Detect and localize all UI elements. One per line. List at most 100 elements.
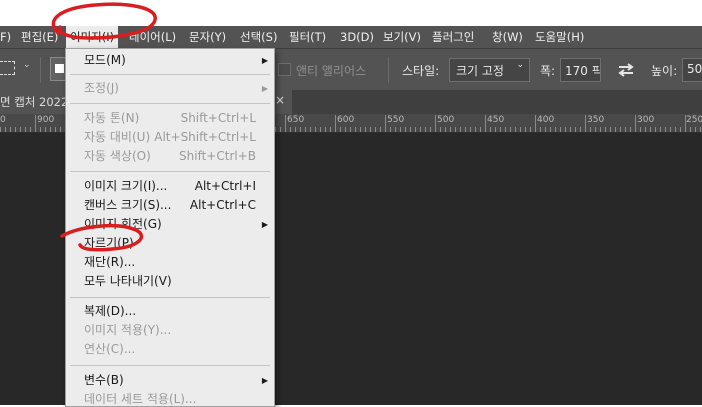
ruler-tick [560, 127, 561, 132]
ruler-tick [440, 127, 441, 132]
ruler-tick [295, 127, 296, 132]
ruler-tick [320, 127, 321, 132]
menu-file[interactable]: F) [0, 26, 11, 48]
ruler-tick [660, 127, 661, 132]
ruler-tick [300, 127, 301, 132]
ruler-tick [45, 127, 46, 132]
close-icon[interactable]: × [275, 93, 285, 107]
ruler-tick [575, 127, 576, 132]
menu-select[interactable]: 선택(S) [240, 26, 277, 48]
marquee-selection-icon[interactable] [0, 61, 15, 75]
swap-icon[interactable] [617, 62, 635, 78]
ruler-tick [550, 127, 551, 132]
menu-item-label: 연산(C)... [84, 342, 136, 356]
menu-item-image-size[interactable]: 이미지 크기(I)... Alt+Ctrl+I [66, 177, 274, 196]
menu-layer[interactable]: 레이어(L) [129, 26, 176, 48]
ruler-tick [465, 127, 466, 132]
ruler-tick [515, 127, 516, 132]
submenu-arrow-icon: ▶ [261, 56, 268, 65]
ruler-tick [655, 127, 656, 132]
menu-item-label: 조정(J) [84, 81, 119, 95]
ruler-tick [385, 115, 386, 132]
menu-item-image-rotation[interactable]: 이미지 회전(G) ▶ [66, 215, 274, 234]
ruler-tick [400, 127, 401, 132]
ruler-tick [290, 127, 291, 132]
ruler-tick [325, 127, 326, 132]
ruler-tick [420, 127, 421, 132]
height-input-value: 50 [687, 62, 702, 76]
ruler-tick [635, 115, 636, 132]
ruler-tick [690, 127, 691, 132]
menu-divider [70, 103, 270, 104]
ruler-tick [590, 127, 591, 132]
menu-item-reveal-all[interactable]: 모두 나타내기(V) [66, 272, 274, 291]
menu-plugins[interactable]: 플러그인 [432, 26, 474, 48]
ruler-label: 350 [587, 115, 605, 125]
ruler-tick [360, 127, 361, 132]
menu-item-apply-image: 이미지 적용(Y)... [66, 321, 274, 340]
image-menu-dropdown: 모드(M) ▶ 조정(J) ▶ 자동 톤(N) Shift+Ctrl+L 자동 대비(… [65, 48, 275, 407]
menu-item-variables[interactable]: 변수(B) ▶ [66, 371, 274, 390]
ruler-tick [425, 127, 426, 132]
menu-item-label: 이미지 회전(G) [84, 217, 162, 231]
ruler-tick [640, 127, 641, 132]
ruler-label: 300 [637, 115, 655, 125]
chevron-down-icon[interactable]: ⌄ [23, 60, 31, 70]
menu-filter[interactable]: 필터(T) [289, 26, 326, 48]
ruler-tick [345, 127, 346, 132]
menu-item-label: 자동 대비(U) [84, 130, 151, 144]
ruler-label: 550 [387, 115, 405, 125]
style-label: 스타일: [402, 64, 440, 78]
ruler-tick [330, 127, 331, 132]
menu-item-label: 모드(M) [84, 53, 126, 67]
ruler-tick [35, 115, 36, 132]
height-input[interactable]: 50 [682, 58, 702, 82]
style-select[interactable]: 크기 고정 ⌄ [449, 58, 530, 82]
ruler-tick [665, 127, 666, 132]
ruler-tick [350, 127, 351, 132]
ruler-tick [25, 127, 26, 132]
menu-image[interactable]: 이미지(I) [66, 26, 119, 48]
ruler-tick [405, 127, 406, 132]
menu-view[interactable]: 보기(V) [383, 26, 421, 48]
menu-item-mode[interactable]: 모드(M) ▶ [66, 51, 274, 70]
ruler-tick [340, 127, 341, 132]
menu-divider [70, 74, 270, 75]
menu-3d[interactable]: 3D(D) [340, 26, 374, 48]
width-input[interactable]: 170 픽 [560, 58, 601, 82]
menu-window[interactable]: 창(W) [492, 26, 523, 48]
height-label: 높이: [651, 64, 678, 78]
ruler-tick [280, 127, 281, 132]
menu-item-adjustments: 조정(J) ▶ [66, 79, 274, 98]
ruler-label: 500 [437, 115, 455, 125]
menu-item-duplicate[interactable]: 복제(D)... [66, 302, 274, 321]
ruler-tick [60, 127, 61, 132]
ruler-tick [595, 127, 596, 132]
ruler-tick [335, 115, 336, 132]
menu-item-label: 복제(D)... [84, 304, 137, 318]
ruler-tick [565, 127, 566, 132]
menu-item-trim[interactable]: 재단(R)... [66, 253, 274, 272]
menu-item-crop[interactable]: 자르기(P) [66, 234, 274, 253]
ruler-tick [445, 127, 446, 132]
menu-item-auto-color: 자동 색상(O) Shift+Ctrl+B [66, 147, 274, 166]
ruler-tick [680, 127, 681, 132]
menu-type[interactable]: 문자(Y) [189, 26, 226, 48]
ruler-tick [505, 127, 506, 132]
ruler-tick [570, 127, 571, 132]
ruler-tick [375, 127, 376, 132]
ruler-tick [455, 127, 456, 132]
ruler-tick [450, 127, 451, 132]
ruler-tick [415, 127, 416, 132]
menu-help[interactable]: 도움말(H) [535, 26, 584, 48]
ruler-tick [435, 115, 436, 132]
menu-divider [70, 297, 270, 298]
menu-edit[interactable]: 편집(E) [21, 26, 58, 48]
chevron-down-icon: ⌄ [516, 60, 524, 70]
ruler-tick [500, 127, 501, 132]
antialias-checkbox[interactable] [278, 63, 291, 76]
menu-item-canvas-size[interactable]: 캔버스 크기(S)... Alt+Ctrl+C [66, 196, 274, 215]
ruler-tick [695, 127, 696, 132]
width-label: 폭: [540, 64, 556, 78]
ruler-tick [485, 115, 486, 132]
